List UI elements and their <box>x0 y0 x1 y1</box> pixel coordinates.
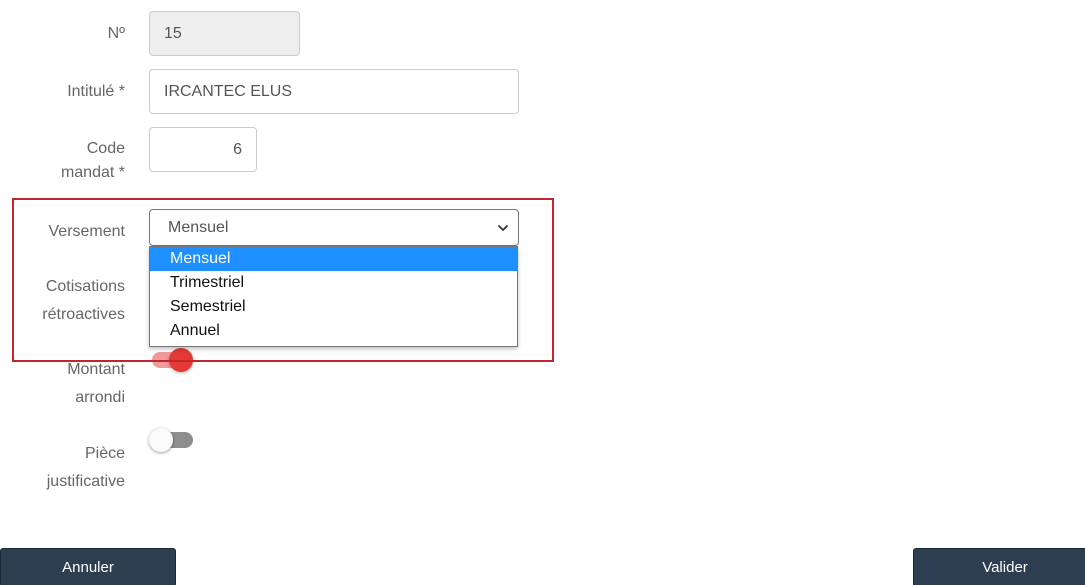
montant-label: Montant arrondi <box>67 356 125 412</box>
code-mandat-input[interactable]: 6 <box>149 127 257 172</box>
numero-field: 15 <box>149 11 300 56</box>
intitule-label: Intitulé * <box>67 83 125 100</box>
piece-label-line2: justificative <box>46 473 125 490</box>
intitule-input[interactable]: IRCANTEC ELUS <box>149 69 519 114</box>
cancel-button[interactable]: Annuler <box>0 548 176 585</box>
code-mandat-label-line2: mandat * <box>60 164 125 181</box>
piece-toggle-knob <box>149 428 173 452</box>
option-mensuel[interactable]: Mensuel <box>150 247 517 271</box>
option-semestriel[interactable]: Semestriel <box>150 295 517 319</box>
code-mandat-label-line1: Code <box>86 140 125 157</box>
option-trimestriel[interactable]: Trimestriel <box>150 271 517 295</box>
montant-label-line2: arrondi <box>75 389 125 406</box>
validate-button[interactable]: Valider <box>913 548 1085 585</box>
versement-dropdown: Mensuel Trimestriel Semestriel Annuel <box>149 246 518 347</box>
piece-label: Pièce justificative <box>47 440 125 496</box>
option-annuel[interactable]: Annuel <box>150 319 517 343</box>
numero-label: Nº <box>107 25 125 42</box>
piece-label-line1: Pièce <box>84 445 125 462</box>
code-mandat-label: Code mandat * <box>61 137 125 185</box>
